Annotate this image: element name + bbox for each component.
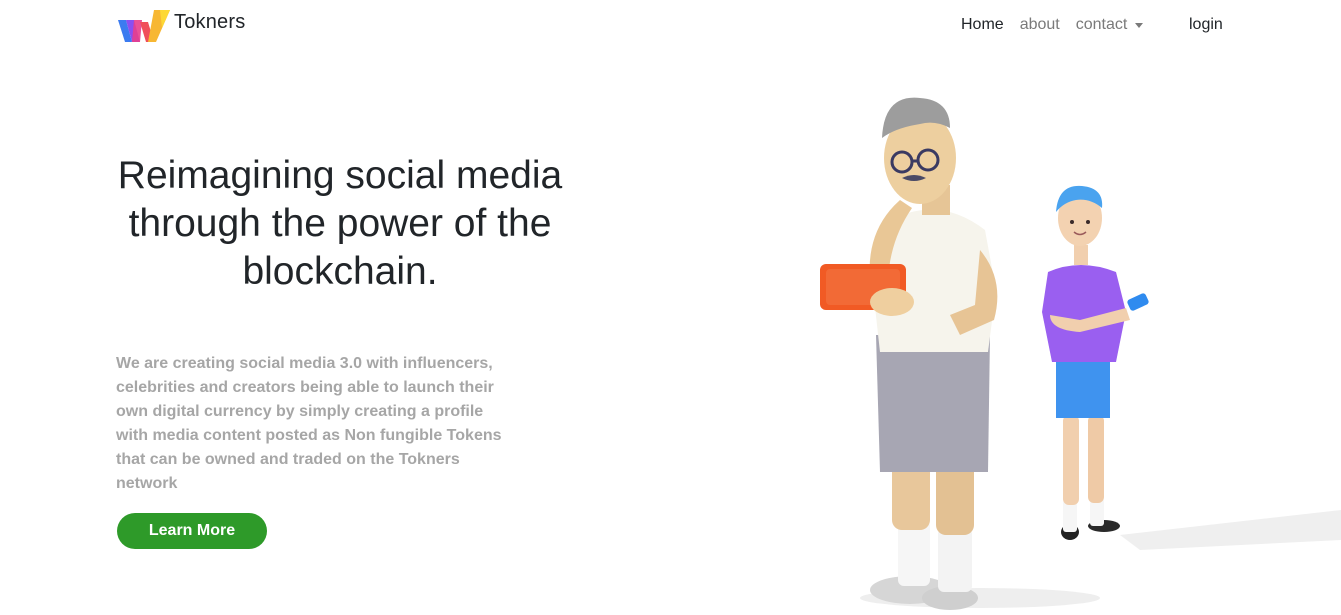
hero-description: We are creating social media 3.0 with in… bbox=[116, 355, 502, 492]
nav-about-link[interactable]: about bbox=[1020, 16, 1060, 34]
hero-title: Reimagining social media through the pow… bbox=[117, 154, 563, 293]
brand-link[interactable]: Tokners bbox=[116, 8, 245, 44]
login-link[interactable]: login bbox=[1189, 16, 1223, 34]
learn-more-button[interactable]: Learn More bbox=[117, 513, 267, 549]
hero-illustration bbox=[820, 97, 1341, 610]
nav-home-link[interactable]: Home bbox=[961, 16, 1004, 34]
nav-menu: Home about contact bbox=[961, 16, 1159, 34]
caret-down-icon bbox=[1135, 22, 1144, 28]
w-logo-icon bbox=[118, 10, 170, 42]
brand-name: Tokners bbox=[174, 10, 246, 33]
nav-contact-dropdown[interactable]: contact bbox=[1076, 16, 1144, 34]
nav-contact-label: contact bbox=[1075, 16, 1128, 33]
navbar: Tokners Home about contact login bbox=[0, 0, 1341, 56]
